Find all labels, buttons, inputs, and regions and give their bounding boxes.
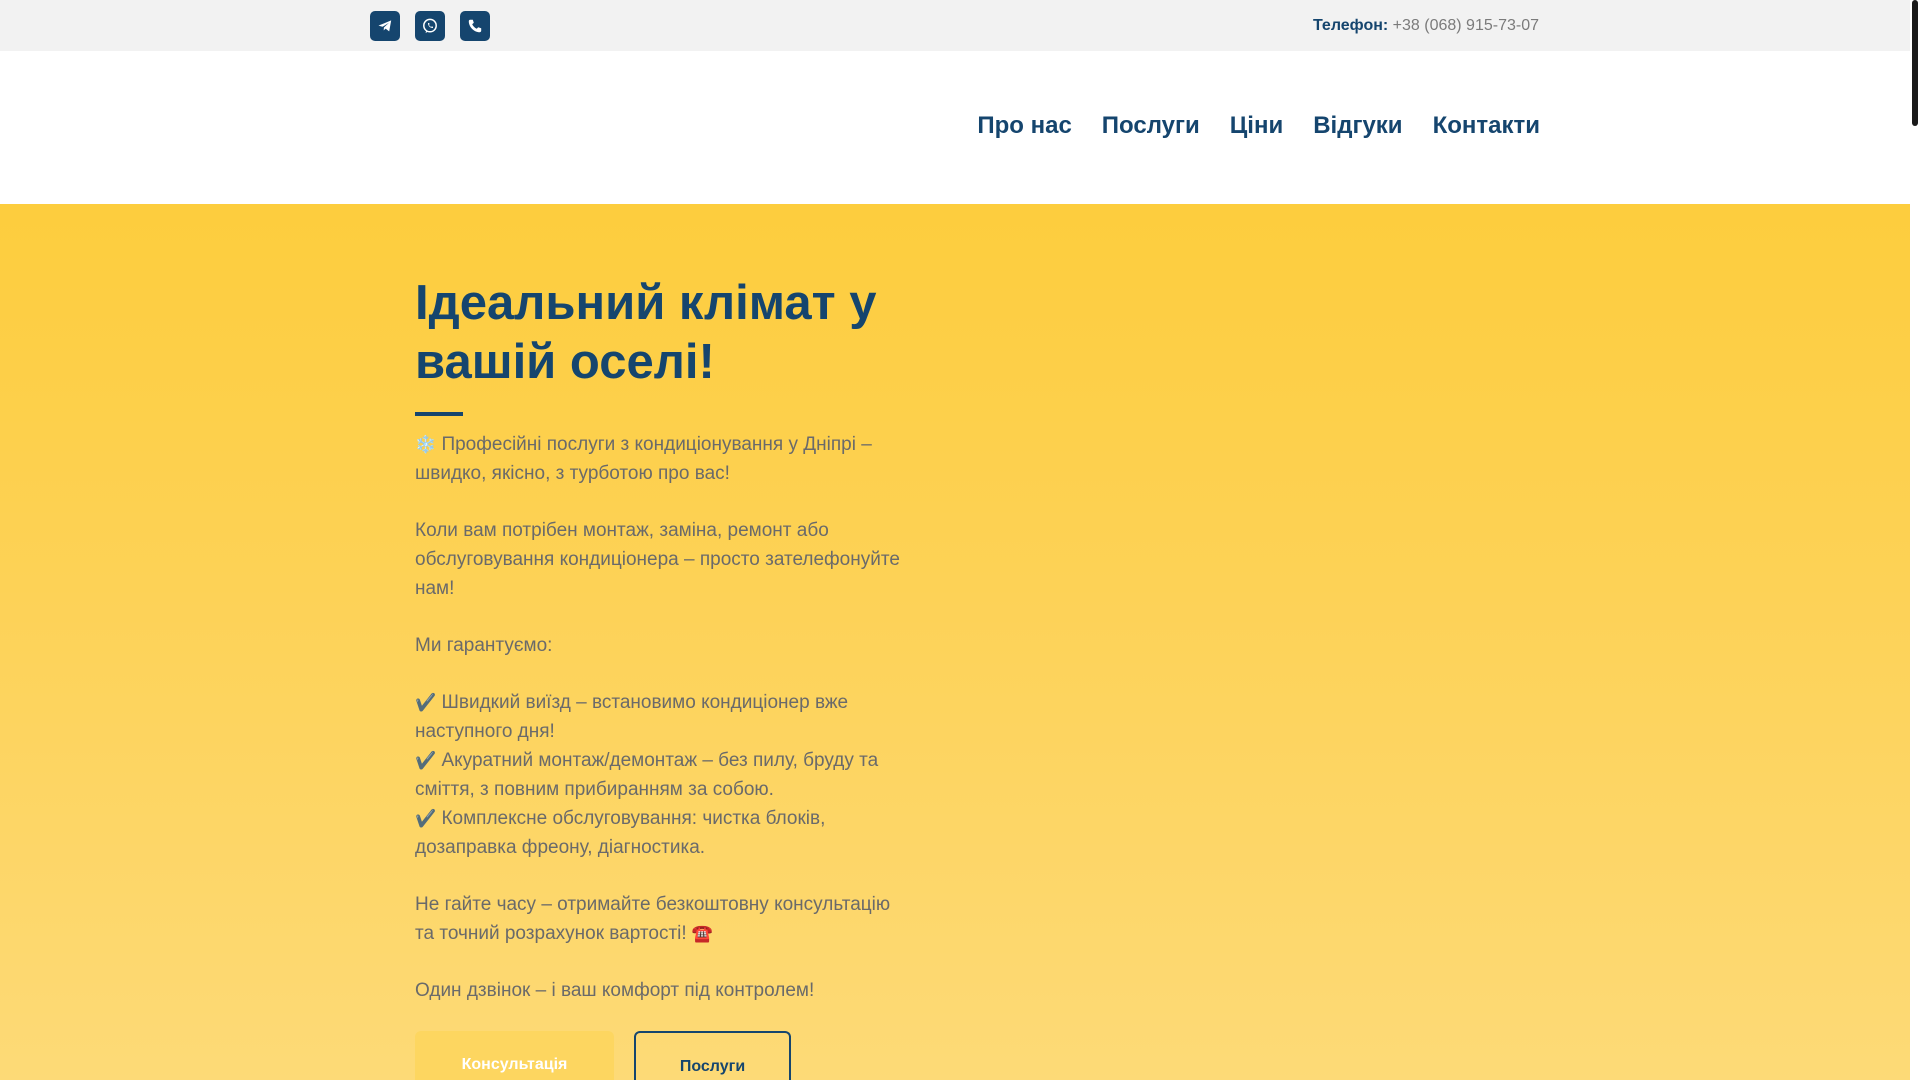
phone-number-link[interactable]: +38 (068) 915-73-07 xyxy=(1393,17,1539,34)
nav-item-reviews[interactable]: Відгуки xyxy=(1313,111,1402,141)
hero-intro: ❄️ Професійні послуги з кондиціонування … xyxy=(415,430,905,488)
cta-text-body: Не гайте часу – отримайте безкоштовну ко… xyxy=(415,894,891,944)
hero-section: Ідеальний клімат у вашій оселі! ❄️ Профе… xyxy=(0,204,1910,1080)
guarantee-item: ✔️ Швидкий виїзд – встановимо кондиціоне… xyxy=(415,688,905,746)
hero-title: Ідеальний клімат у вашій оселі! xyxy=(415,274,905,392)
check-icon: ✔️ xyxy=(415,751,437,770)
check-icon: ✔️ xyxy=(415,809,437,828)
guarantee-item-text: Комплексне обслуговування: чистка блоків… xyxy=(415,808,826,858)
topbar: Телефон: +38 (068) 915-73-07 xyxy=(0,0,1910,51)
hero-divider xyxy=(415,412,463,416)
check-icon: ✔️ xyxy=(415,693,437,712)
telephone-icon: ☎️ xyxy=(691,924,714,943)
scrollbar-thumb[interactable] xyxy=(1912,0,1918,126)
guarantee-item: ✔️ Акуратний монтаж/демонтаж – без пилу,… xyxy=(415,746,905,804)
phone-label: Телефон: xyxy=(1312,17,1389,34)
nav-item-contacts[interactable]: Контакти xyxy=(1433,111,1540,141)
hero-paragraph: Коли вам потрібен монтаж, заміна, ремонт… xyxy=(415,520,900,599)
phone-button[interactable] xyxy=(460,11,490,41)
guarantee-heading: Ми гарантуємо: xyxy=(415,635,553,656)
nav-item-services[interactable]: Послуги xyxy=(1102,111,1200,141)
closing-text: Один дзвінок – і ваш комфорт під контрол… xyxy=(415,980,815,1001)
main-nav: Про нас Послуги Ціни Відгуки Контакти xyxy=(977,111,1540,141)
phone-icon xyxy=(467,18,483,34)
consultation-button[interactable]: Консультація xyxy=(415,1031,614,1080)
hero-intro-text: Професійні послуги з кондиціонування у Д… xyxy=(415,434,872,484)
guarantee-item-text: Швидкий виїзд – встановимо кондиціонер в… xyxy=(415,692,849,742)
telegram-icon xyxy=(377,18,393,34)
guarantee-item-text: Акуратний монтаж/демонтаж – без пилу, бр… xyxy=(415,750,879,800)
phone-info: Телефон: +38 (068) 915-73-07 xyxy=(1313,16,1539,36)
page-scrollbar[interactable] xyxy=(1910,0,1920,1080)
hero-buttons: Консультація Послуги xyxy=(415,1031,791,1080)
telegram-button[interactable] xyxy=(370,11,400,41)
snowflake-icon: ❄️ xyxy=(415,435,437,454)
viber-button[interactable] xyxy=(415,11,445,41)
site-header: Про нас Послуги Ціни Відгуки Контакти xyxy=(0,51,1910,204)
page: Телефон: +38 (068) 915-73-07 Про нас Пос… xyxy=(0,0,1910,1080)
nav-item-about[interactable]: Про нас xyxy=(977,111,1071,141)
viber-icon xyxy=(422,18,438,34)
services-button[interactable]: Послуги xyxy=(634,1031,791,1080)
guarantee-item: ✔️ Комплексне обслуговування: чистка бло… xyxy=(415,804,905,862)
hero-content: Ідеальний клімат у вашій оселі! ❄️ Профе… xyxy=(415,274,905,1033)
cta-text: Не гайте часу – отримайте безкоштовну ко… xyxy=(415,890,905,948)
hero-text: ❄️ Професійні послуги з кондиціонування … xyxy=(415,430,905,1005)
nav-item-prices[interactable]: Ціни xyxy=(1230,111,1283,141)
hero-title-line1: Ідеальний клімат у xyxy=(415,276,877,330)
hero-title-line2: вашій оселі! xyxy=(415,335,715,389)
